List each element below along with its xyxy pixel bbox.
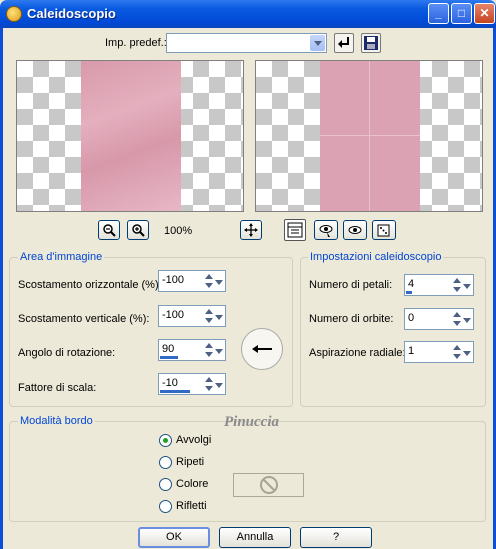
- radio-rifletti-label[interactable]: Rifletti: [176, 500, 207, 512]
- watermark-text: Pinuccia: [224, 414, 279, 430]
- chevron-down-icon[interactable]: [214, 307, 224, 325]
- v-offset-input[interactable]: -100: [158, 305, 226, 327]
- pan-button[interactable]: [240, 220, 262, 240]
- orbits-label: Numero di orbite:: [309, 313, 394, 325]
- radio-avvolgi[interactable]: [159, 434, 172, 447]
- window-title: Caleidoscopio: [27, 6, 116, 21]
- zoom-level: 100%: [164, 225, 193, 237]
- h-offset-value: -100: [162, 274, 185, 286]
- zoom-out-icon: [103, 224, 116, 237]
- h-offset-input[interactable]: -100: [158, 270, 226, 292]
- load-preset-button[interactable]: [334, 33, 354, 53]
- rotation-value: 90: [162, 343, 175, 355]
- eye-icon: [348, 226, 362, 234]
- orbits-value: 0: [408, 312, 415, 324]
- help-button[interactable]: ?: [300, 527, 372, 548]
- image-area-title: Area d'immagine: [18, 251, 105, 263]
- scale-value: -10: [162, 377, 178, 389]
- scale-level-bar: [160, 390, 190, 393]
- chevron-down-icon[interactable]: [310, 35, 325, 51]
- chevron-down-icon[interactable]: [462, 276, 472, 294]
- edge-mode-group: [9, 421, 486, 522]
- zoom-out-button[interactable]: [98, 220, 120, 240]
- scale-label: Fattore di scala:: [18, 382, 97, 394]
- rotation-level-bar: [160, 356, 178, 359]
- result-image: [320, 61, 420, 211]
- arrow-left-icon: [252, 345, 272, 353]
- preset-dropdown[interactable]: [166, 33, 327, 53]
- minimize-button[interactable]: _: [428, 3, 449, 24]
- radio-colore-label[interactable]: Colore: [176, 478, 208, 490]
- rotation-dial[interactable]: [241, 328, 283, 370]
- auto-proof-button[interactable]: [343, 220, 367, 240]
- radio-rifletti[interactable]: [159, 500, 172, 513]
- dice-icon: [377, 224, 390, 237]
- chevron-down-icon[interactable]: [462, 310, 472, 328]
- v-offset-label: Scostamento verticale (%):: [18, 313, 150, 325]
- rotation-label: Angolo di rotazione:: [18, 347, 116, 359]
- preset-label: Imp. predef.:: [105, 37, 167, 49]
- petals-label: Numero di petali:: [309, 279, 393, 291]
- eye-hand-icon: [319, 225, 333, 237]
- chevron-down-icon[interactable]: [214, 341, 224, 359]
- proof-button[interactable]: [314, 220, 338, 240]
- orbits-input[interactable]: 0: [404, 308, 474, 330]
- v-offset-value: -100: [162, 309, 185, 321]
- petals-level-bar: [406, 291, 412, 294]
- source-preview[interactable]: [16, 60, 244, 212]
- petals-value: 4: [408, 278, 415, 290]
- toggle-preview-button[interactable]: [284, 219, 306, 241]
- zoom-in-button[interactable]: [127, 220, 149, 240]
- save-preset-button[interactable]: [361, 33, 381, 53]
- radio-ripeti-label[interactable]: Ripeti: [176, 456, 204, 468]
- h-offset-label: Scostamento orizzontale (%):: [18, 279, 162, 291]
- preview-layout-icon: [287, 222, 303, 238]
- radial-input[interactable]: 1: [404, 341, 474, 363]
- result-preview: [255, 60, 483, 212]
- zoom-in-icon: [132, 224, 145, 237]
- scale-input[interactable]: -10: [158, 373, 226, 395]
- window-frame-left: [0, 28, 3, 549]
- color-swatch-button[interactable]: [233, 473, 304, 497]
- randomize-button[interactable]: [372, 220, 396, 240]
- radial-value: 1: [408, 345, 415, 357]
- radio-avvolgi-label[interactable]: Avvolgi: [176, 434, 211, 446]
- title-bar[interactable]: Caleidoscopio _ □ ✕: [0, 0, 496, 28]
- chevron-down-icon[interactable]: [214, 272, 224, 290]
- ok-button[interactable]: OK: [138, 527, 210, 548]
- maximize-button[interactable]: □: [451, 3, 472, 24]
- rotation-input[interactable]: 90: [158, 339, 226, 361]
- source-image: [81, 61, 181, 211]
- radial-label: Aspirazione radiale:: [309, 347, 406, 359]
- floppy-disk-icon: [364, 36, 378, 50]
- app-icon: [6, 6, 22, 22]
- close-button[interactable]: ✕: [474, 3, 495, 24]
- kaleido-settings-title: Impostazioni caleidoscopio: [308, 251, 444, 263]
- move-icon: [244, 223, 258, 237]
- edge-mode-title: Modalità bordo: [18, 415, 95, 427]
- radio-colore[interactable]: [159, 478, 172, 491]
- chevron-down-icon[interactable]: [462, 343, 472, 361]
- return-arrow-icon: [338, 37, 349, 48]
- petals-input[interactable]: 4: [404, 274, 474, 296]
- chevron-down-icon[interactable]: [214, 375, 224, 393]
- cancel-button[interactable]: Annulla: [219, 527, 291, 548]
- radio-ripeti[interactable]: [159, 456, 172, 469]
- dialog-window: Caleidoscopio _ □ ✕ Imp. predef.: 100% A…: [0, 0, 496, 549]
- disabled-icon: [260, 476, 278, 494]
